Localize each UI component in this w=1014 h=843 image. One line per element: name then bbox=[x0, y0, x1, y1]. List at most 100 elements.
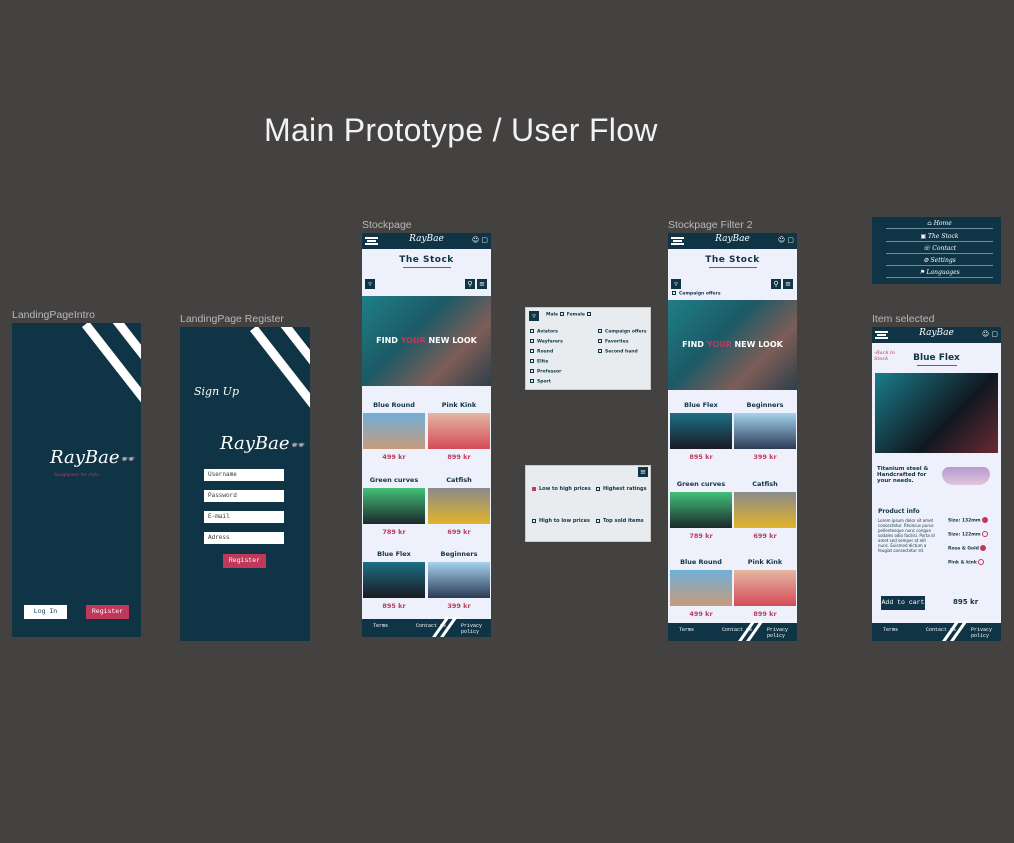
email-field[interactable]: E-mail bbox=[204, 511, 284, 523]
register-button[interactable]: Register bbox=[86, 605, 129, 619]
product-card[interactable]: Pink Kink 899 kr bbox=[734, 558, 796, 618]
product-card[interactable]: Blue Flex 895 kr bbox=[363, 550, 425, 610]
hero-banner: FIND YOUR NEW LOOK bbox=[668, 300, 797, 390]
product-price: 899 kr bbox=[447, 453, 471, 461]
product-name: Catfish bbox=[752, 480, 778, 488]
user-cart-icons[interactable]: ☺ ▢ bbox=[778, 236, 794, 244]
sort-icon[interactable]: ≡ bbox=[477, 279, 487, 289]
product-card[interactable]: Green curves 789 kr bbox=[670, 480, 732, 540]
product-image bbox=[670, 413, 732, 449]
search-icon[interactable]: ⚲ bbox=[465, 279, 475, 289]
user-cart-icons[interactable]: ☺ ▢ bbox=[982, 330, 998, 338]
menu-item-home[interactable]: ⌂ Home bbox=[886, 220, 993, 229]
hero-banner: FIND YOUR NEW LOOK bbox=[362, 296, 491, 386]
gender-filter[interactable]: Male Female bbox=[546, 312, 594, 318]
search-icon[interactable]: ⚲ bbox=[771, 279, 781, 289]
sort-top-sold[interactable]: Top sold items bbox=[596, 518, 644, 524]
address-field[interactable]: Adress bbox=[204, 532, 284, 544]
radio-icon bbox=[982, 531, 989, 537]
product-card[interactable]: Blue Round 499 kr bbox=[670, 558, 732, 618]
active-filter[interactable]: Campaign offers bbox=[672, 291, 721, 297]
product-card[interactable]: Green curves 789 kr bbox=[363, 476, 425, 536]
filter-aviators[interactable]: Aviators bbox=[530, 329, 558, 335]
filter-icon[interactable]: ▿ bbox=[671, 279, 681, 289]
frame-label-item-selected: Item selected bbox=[872, 313, 935, 325]
tagline: Sunglasses for style bbox=[53, 473, 100, 478]
privacy-link[interactable]: Privacy policy bbox=[971, 627, 1001, 639]
stockpage-filter2-frame: RayBae ☺ ▢ The Stock ▿ ⚲ ≡ Campaign offe… bbox=[668, 233, 797, 641]
sort-highest-ratings[interactable]: Highest ratings bbox=[596, 486, 647, 492]
filter-round[interactable]: Round bbox=[530, 349, 553, 355]
menu-item-contact[interactable]: ☏ Contact bbox=[886, 245, 993, 254]
filter-elite[interactable]: Elite bbox=[530, 359, 548, 365]
menu-item-settings[interactable]: ⚙ Settings bbox=[886, 257, 993, 266]
terms-link[interactable]: Terms bbox=[883, 627, 898, 633]
terms-link[interactable]: Terms bbox=[679, 627, 694, 633]
filter-campaign[interactable]: Campaign offers bbox=[598, 329, 647, 335]
nav-menu-frame: ⌂ Home ▣ The Stock ☏ Contact ⚙ Settings … bbox=[872, 217, 1001, 284]
radio-icon bbox=[982, 517, 989, 523]
terms-link[interactable]: Terms bbox=[373, 623, 388, 629]
menu-item-languages[interactable]: ⚑ Languages bbox=[886, 269, 993, 278]
product-name: Blue Round bbox=[680, 558, 722, 566]
product-image bbox=[670, 570, 732, 606]
product-card[interactable]: Catfish 699 kr bbox=[734, 480, 796, 540]
color-option[interactable]: Rose & Gold bbox=[948, 545, 987, 552]
filter-wayfarers[interactable]: Wayfarers bbox=[530, 339, 563, 345]
product-name: Green curves bbox=[369, 476, 419, 484]
size-option[interactable]: Size: 122mm bbox=[948, 531, 989, 538]
filter-icon[interactable]: ▿ bbox=[529, 311, 539, 321]
sort-icon[interactable]: ≡ bbox=[783, 279, 793, 289]
sunglasses-icon: 👓 bbox=[119, 452, 135, 466]
sunglasses-image bbox=[942, 467, 990, 485]
color-option[interactable]: Pink & kink bbox=[948, 559, 985, 566]
product-price: 399 kr bbox=[753, 453, 777, 461]
sort-icon[interactable]: ≡ bbox=[638, 467, 648, 477]
raybae-logo: RayBae👓 bbox=[50, 447, 135, 468]
size-option[interactable]: Size: 132mm bbox=[948, 517, 989, 524]
product-price: 895 kr bbox=[689, 453, 713, 461]
filter-second-hand[interactable]: Second hand bbox=[598, 349, 638, 355]
store-icon: ▣ bbox=[920, 233, 929, 240]
login-button[interactable]: Log In bbox=[24, 605, 67, 619]
product-price: 789 kr bbox=[689, 532, 713, 540]
privacy-link[interactable]: Privacy policy bbox=[767, 627, 797, 639]
product-card[interactable]: Pink Kink 899 kr bbox=[428, 401, 490, 461]
product-name: Beginners bbox=[440, 550, 478, 558]
username-field[interactable]: Username bbox=[204, 469, 284, 481]
title-underline bbox=[708, 267, 757, 268]
sort-low-high[interactable]: Low to high prices bbox=[532, 486, 591, 492]
password-field[interactable]: Password bbox=[204, 490, 284, 502]
product-image bbox=[428, 562, 490, 598]
sort-popup: ≡ Low to high prices Highest ratings Hig… bbox=[525, 465, 651, 542]
filter-sport[interactable]: Sport bbox=[530, 379, 551, 385]
add-to-cart-button[interactable]: Add to cart bbox=[881, 596, 925, 610]
product-image bbox=[734, 492, 796, 528]
menu-item-stock[interactable]: ▣ The Stock bbox=[886, 233, 993, 242]
product-price: 895 kr bbox=[953, 598, 979, 606]
stock-title: The Stock bbox=[399, 255, 454, 265]
product-card[interactable]: Beginners 399 kr bbox=[428, 550, 490, 610]
privacy-link[interactable]: Privacy policy bbox=[461, 623, 491, 635]
product-name: Blue Round bbox=[373, 401, 415, 409]
product-card[interactable]: Blue Flex 895 kr bbox=[670, 401, 732, 461]
product-name: Blue Flex bbox=[377, 550, 411, 558]
user-cart-icons[interactable]: ☺ ▢ bbox=[472, 236, 488, 244]
filter-popup: ▿ Male Female Aviators Wayfarers Round E… bbox=[525, 307, 651, 390]
item-selected-frame: RayBae ☺ ▢ ‹Back to Stock Blue Flex Tita… bbox=[872, 327, 1001, 641]
product-card[interactable]: Beginners 399 kr bbox=[734, 401, 796, 461]
product-image bbox=[428, 488, 490, 524]
filter-favorites[interactable]: Favorites bbox=[598, 339, 629, 345]
sort-high-low[interactable]: High to low prices bbox=[532, 518, 590, 524]
product-price: 499 kr bbox=[382, 453, 406, 461]
sunglasses-icon: 👓 bbox=[289, 438, 305, 452]
filter-professor[interactable]: Professor bbox=[530, 369, 561, 375]
page-heading: Main Prototype / User Flow bbox=[264, 112, 658, 148]
product-price: 895 kr bbox=[382, 602, 406, 610]
product-card[interactable]: Blue Round 499 kr bbox=[363, 401, 425, 461]
register-button[interactable]: Register bbox=[223, 554, 266, 568]
filter-icon[interactable]: ▿ bbox=[365, 279, 375, 289]
top-bar: RayBae ☺ ▢ bbox=[362, 233, 491, 249]
product-card[interactable]: Catfish 699 kr bbox=[428, 476, 490, 536]
hero-text: FIND YOUR NEW LOOK bbox=[376, 335, 477, 345]
